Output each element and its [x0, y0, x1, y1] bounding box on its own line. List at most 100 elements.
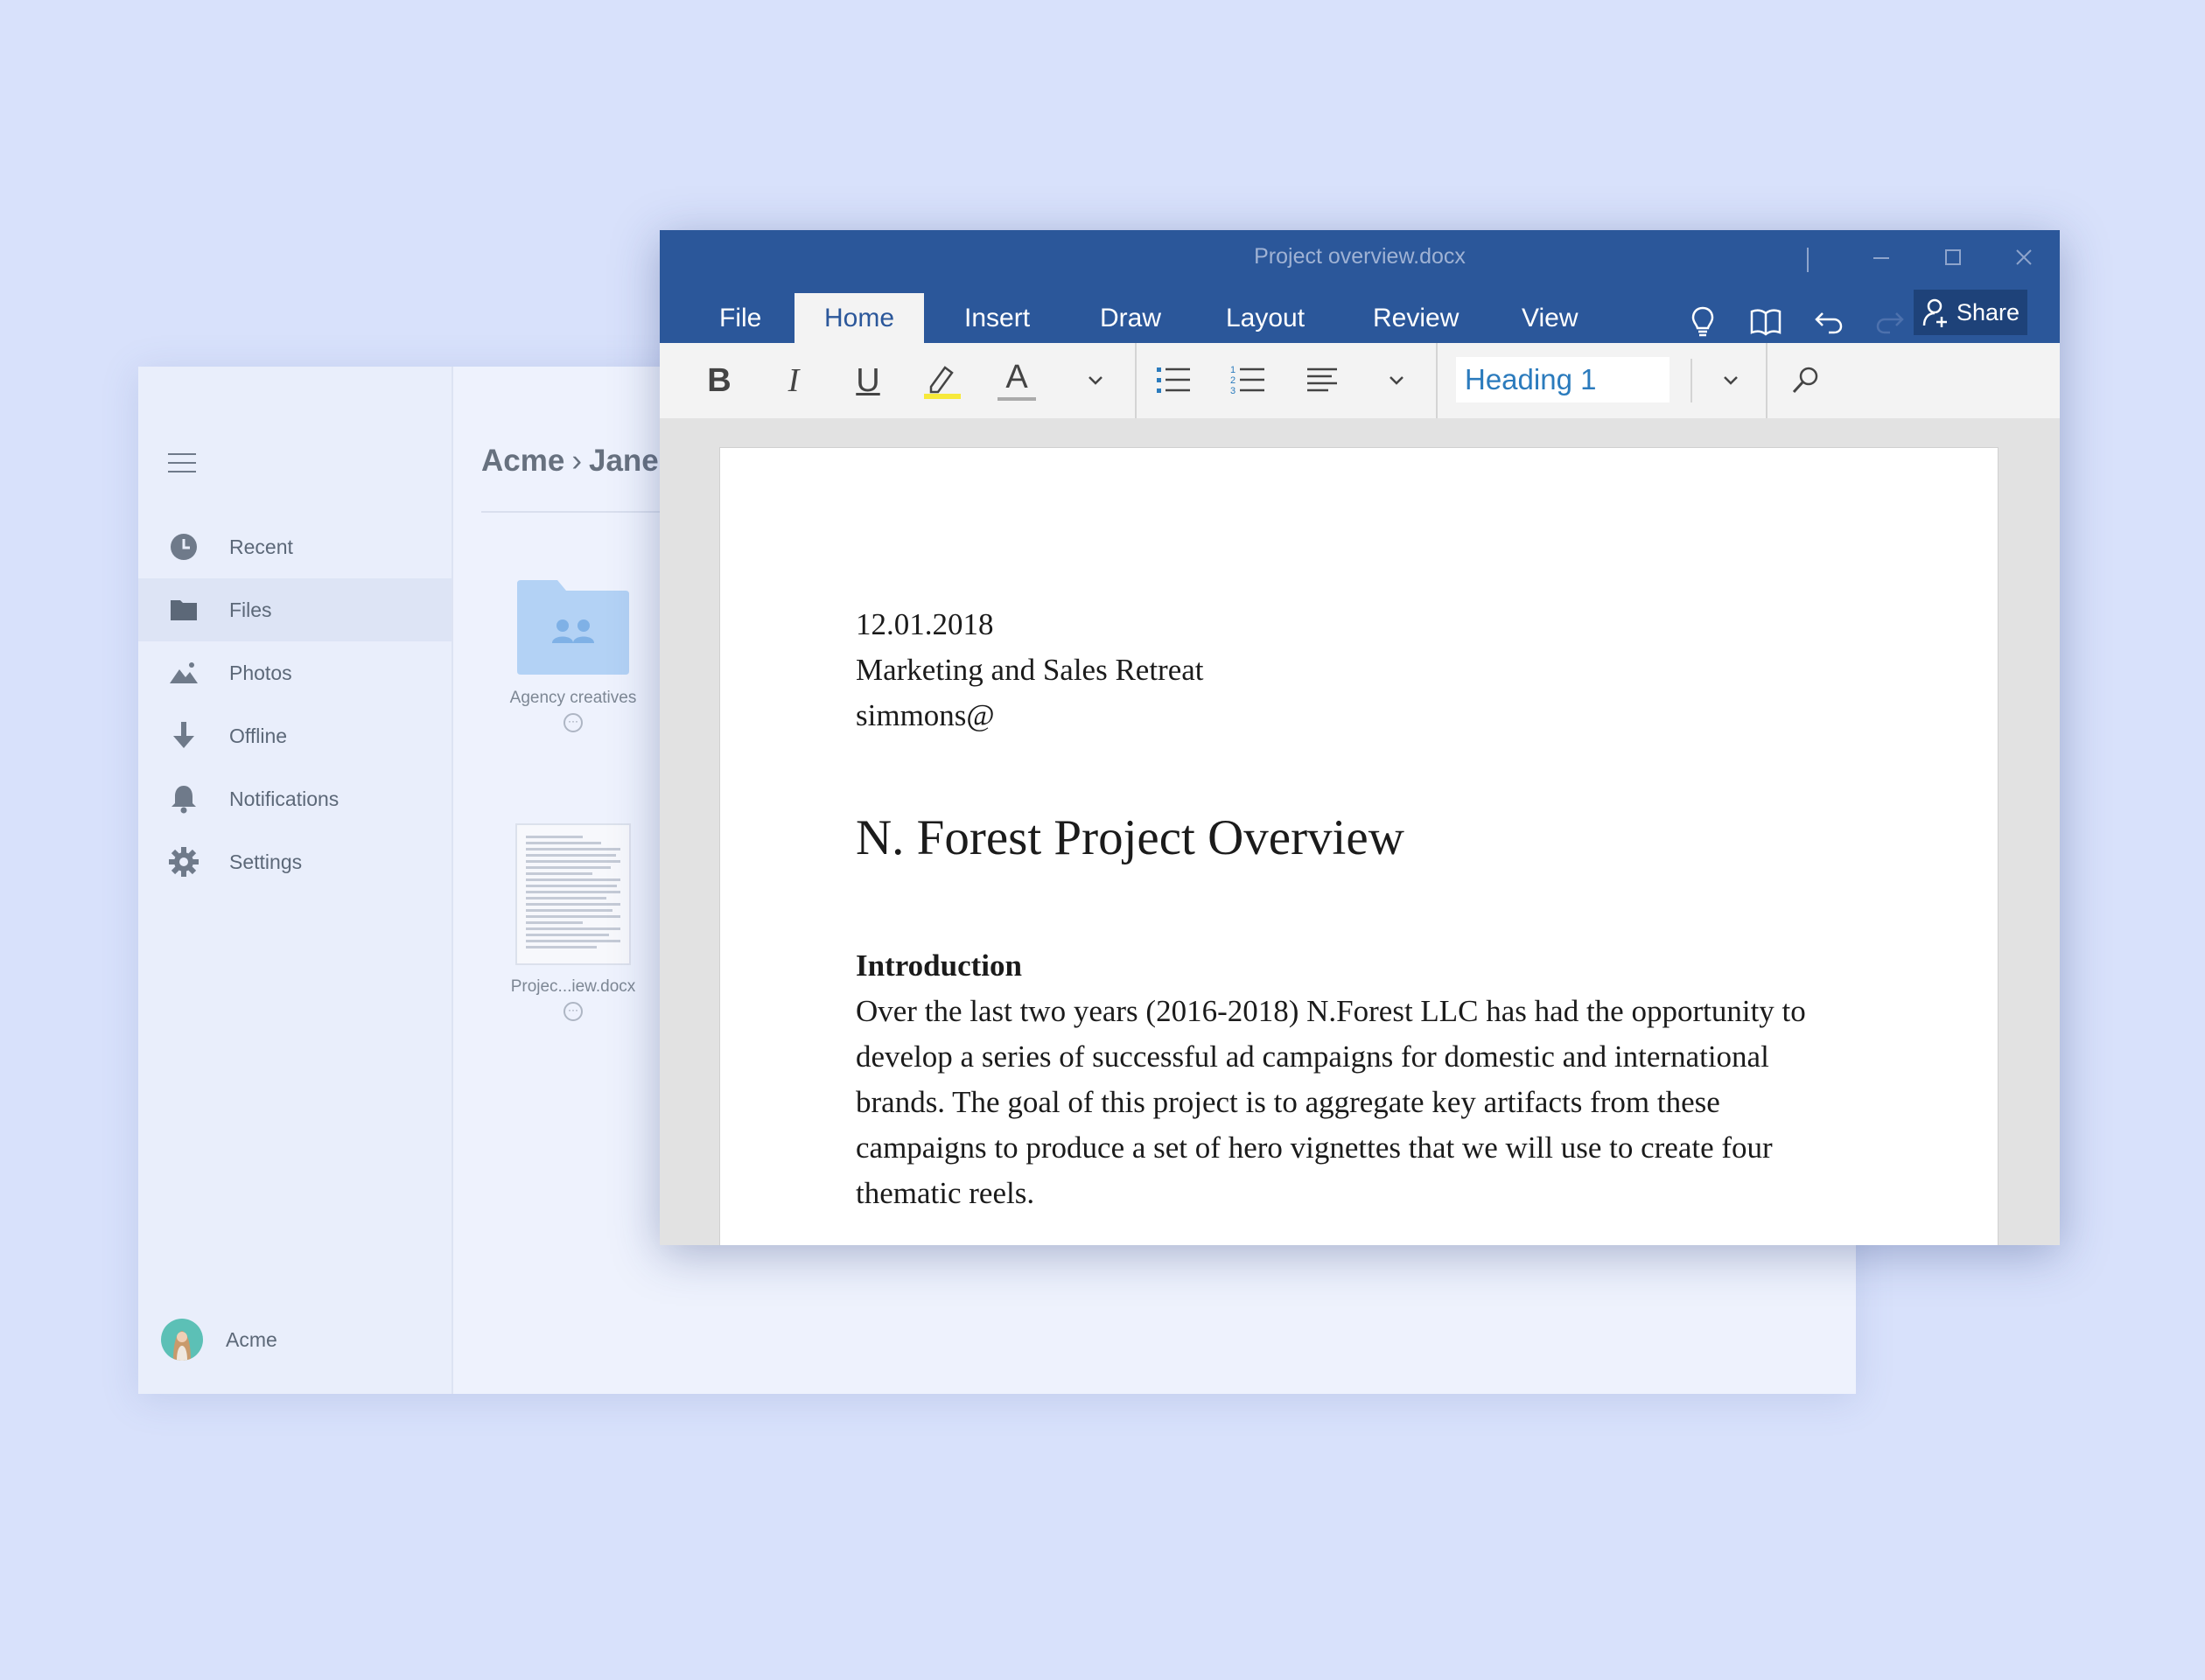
italic-button[interactable]: I: [772, 359, 816, 402]
chevron-down-icon: [1386, 370, 1407, 391]
tab-home[interactable]: Home: [794, 293, 925, 343]
more-paragraph-options-button[interactable]: [1375, 359, 1418, 402]
paragraph-line: campaigns to produce a set of hero vigne…: [856, 1130, 1773, 1165]
lightbulb-icon[interactable]: [1685, 304, 1720, 339]
redo-icon[interactable]: [1872, 304, 1908, 339]
document-canvas[interactable]: 12.01.2018 Marketing and Sales Retreat s…: [660, 418, 2060, 1245]
svg-text:3: 3: [1230, 386, 1236, 396]
highlighter-icon: [922, 360, 962, 401]
more-options-icon[interactable]: ···: [564, 1002, 583, 1021]
folder-icon: [166, 592, 201, 627]
maximize-icon[interactable]: [1931, 242, 1975, 272]
nav-item-recent[interactable]: Recent: [138, 515, 452, 578]
paragraph-line: Over the last two years (2016-2018) N.Fo…: [856, 994, 1806, 1028]
reading-view-icon[interactable]: [1748, 304, 1783, 339]
gear-icon: [166, 844, 201, 879]
tab-view[interactable]: View: [1492, 293, 1607, 343]
chevron-down-icon: [1720, 370, 1741, 391]
toolbar-separator: [1135, 343, 1137, 418]
nav-label: Photos: [229, 661, 292, 684]
underline-button[interactable]: U: [846, 359, 890, 402]
numbered-list-button[interactable]: 1 2 3: [1226, 359, 1270, 402]
align-left-icon: [1302, 360, 1342, 401]
tab-file[interactable]: File: [690, 293, 791, 343]
section-title: Introduction: [856, 948, 1022, 983]
word-window: Project overview.docx File Home Insert D…: [660, 230, 2060, 1245]
document-thumbnail: [515, 823, 631, 965]
search-button[interactable]: [1783, 359, 1827, 402]
highlight-button[interactable]: [920, 359, 964, 402]
align-button[interactable]: [1300, 359, 1344, 402]
font-color-letter: A: [1005, 359, 1028, 396]
nav-label: Offline: [229, 724, 288, 747]
folder-tile[interactable]: Agency creatives ···: [494, 578, 652, 732]
document-title: Project overview.docx: [1254, 244, 1466, 269]
document-author: simmons@: [856, 698, 995, 732]
avatar: [161, 1319, 203, 1361]
numbered-list-icon: 1 2 3: [1228, 360, 1268, 401]
clock-icon: [166, 529, 201, 564]
paragraph-line: brands. The goal of this project is to a…: [856, 1085, 1720, 1119]
font-color-button[interactable]: A: [995, 359, 1039, 402]
nav-item-notifications[interactable]: Notifications: [138, 767, 452, 830]
style-selector[interactable]: Heading 1: [1456, 357, 1670, 402]
more-font-options-button[interactable]: [1074, 359, 1117, 402]
nav-label: Files: [229, 598, 272, 621]
nav-list: Recent Files Photos Offline Notification…: [138, 515, 452, 893]
italic-icon: I: [788, 362, 800, 399]
nav-label: Recent: [229, 535, 293, 558]
download-icon: [166, 718, 201, 753]
formatting-toolbar: B I U A 1 2 3 Heading 1: [660, 343, 2060, 419]
document-heading: N. Forest Project Overview: [856, 810, 1404, 865]
nav-label: Notifications: [229, 787, 340, 810]
folder-name: Agency creatives: [509, 689, 637, 707]
breadcrumb-separator: ›: [571, 444, 582, 478]
photos-icon: [166, 655, 201, 690]
hamburger-menu-icon[interactable]: [166, 451, 198, 475]
document-tile[interactable]: Projec...iew.docx ···: [494, 823, 652, 1021]
undo-icon[interactable]: [1811, 304, 1846, 339]
chevron-down-icon: [1085, 370, 1106, 391]
tab-draw[interactable]: Draw: [1070, 293, 1191, 343]
shared-folder-icon: [515, 578, 631, 676]
toolbar-separator: [1690, 359, 1692, 402]
bell-icon: [166, 781, 201, 816]
style-dropdown-button[interactable]: [1709, 359, 1753, 402]
svg-text:2: 2: [1230, 375, 1236, 386]
tab-layout[interactable]: Layout: [1196, 293, 1334, 343]
nav-item-settings[interactable]: Settings: [138, 830, 452, 893]
underline-icon: U: [856, 361, 880, 399]
font-color-icon: A: [998, 360, 1036, 401]
nav-item-offline[interactable]: Offline: [138, 704, 452, 767]
titlebar-divider: [1807, 248, 1809, 272]
breadcrumb-root[interactable]: Acme: [481, 444, 564, 478]
close-icon[interactable]: [2002, 242, 2046, 272]
breadcrumb-current[interactable]: Jane: [589, 444, 659, 478]
search-icon: [1788, 363, 1823, 398]
document-body: 12.01.2018 Marketing and Sales Retreat s…: [856, 602, 1871, 1216]
tab-insert[interactable]: Insert: [934, 293, 1060, 343]
svg-text:1: 1: [1230, 365, 1236, 375]
paragraph-line: develop a series of successful ad campai…: [856, 1040, 1769, 1074]
user-name: Acme: [226, 1327, 277, 1351]
document-date: 12.01.2018: [856, 607, 994, 641]
document-name: Projec...iew.docx: [510, 977, 636, 996]
nav-item-files[interactable]: Files: [138, 578, 452, 641]
more-options-icon[interactable]: ···: [564, 713, 583, 732]
bullet-list-button[interactable]: [1152, 359, 1195, 402]
minimize-icon[interactable]: [1859, 242, 1903, 272]
bold-button[interactable]: B: [697, 359, 741, 402]
user-account[interactable]: Acme: [161, 1319, 277, 1361]
add-person-icon: [1922, 298, 1951, 327]
nav-label: Settings: [229, 850, 303, 873]
tab-review[interactable]: Review: [1343, 293, 1488, 343]
toolbar-separator: [1766, 343, 1768, 418]
share-button[interactable]: Share: [1914, 290, 2027, 335]
title-bar: Project overview.docx: [660, 230, 2060, 284]
bold-icon: B: [707, 361, 732, 399]
nav-item-photos[interactable]: Photos: [138, 641, 452, 704]
breadcrumb: Acme › Jane: [481, 444, 659, 479]
toolbar-separator: [1436, 343, 1438, 418]
bullet-list-icon: [1153, 360, 1194, 401]
document-page[interactable]: 12.01.2018 Marketing and Sales Retreat s…: [719, 447, 1998, 1245]
